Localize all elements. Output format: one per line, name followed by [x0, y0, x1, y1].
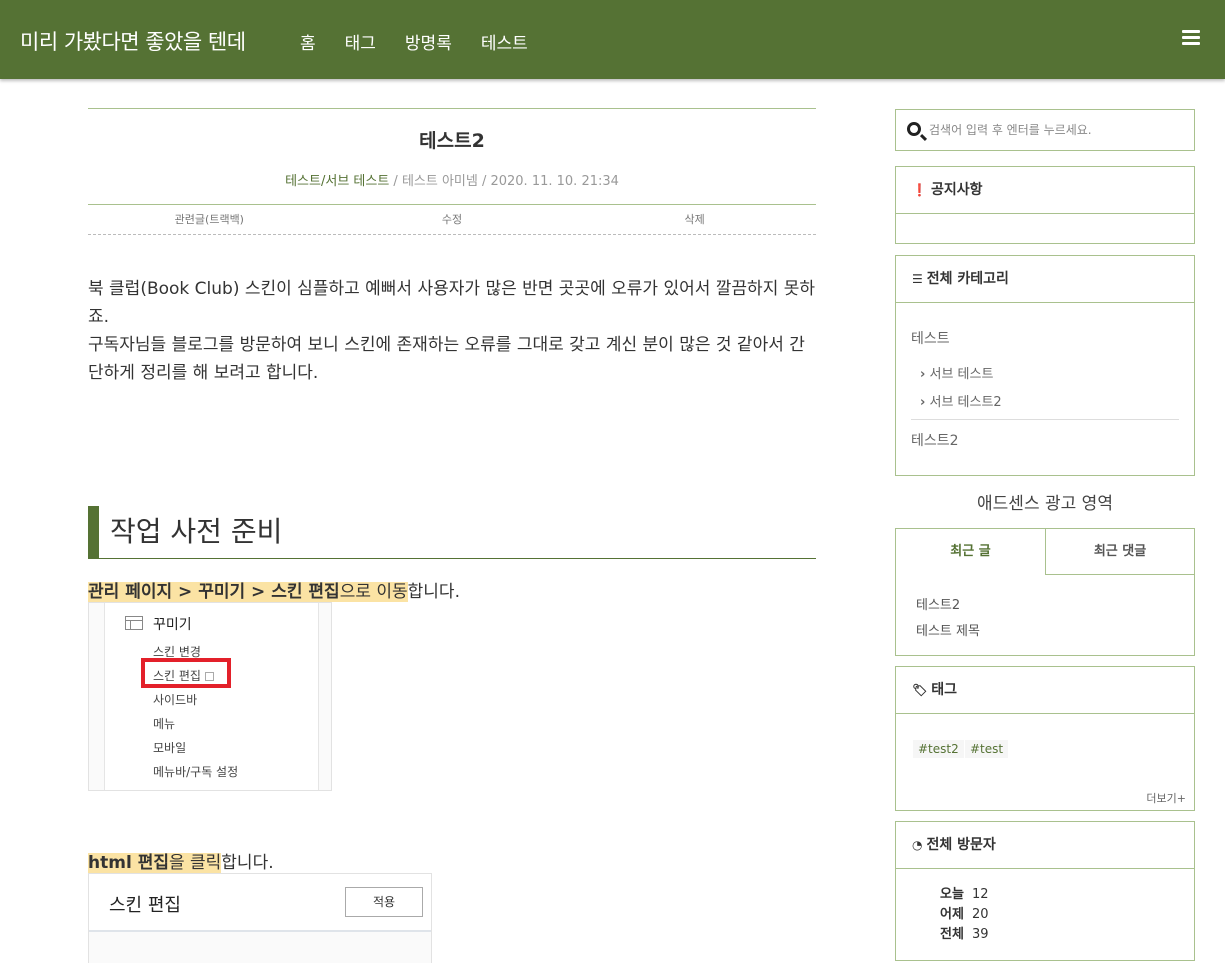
edit-link[interactable]: 수정 [331, 205, 574, 234]
visitor-total: 전체 39 [940, 927, 989, 942]
section-heading-text: 작업 사전 준비 [110, 515, 283, 548]
globe-icon: ◔ [912, 838, 923, 852]
tag-test[interactable]: #test [965, 740, 1009, 758]
visitor-box: ◔ 전체 방문자 오늘 12 어제 20 전체 39 [895, 821, 1195, 961]
heading-bar [88, 506, 99, 558]
notice-box: ❗ 공지사항 [895, 166, 1195, 244]
visitor-today: 오늘 12 [940, 887, 989, 902]
apply-button: 적용 [345, 887, 423, 917]
list-icon: ☰ [912, 272, 923, 286]
layout-icon [125, 616, 143, 630]
recent-tabs: 최근 글 최근 댓글 테스트2 테스트 제목 [895, 528, 1195, 656]
visitor-header: ◔ 전체 방문자 [896, 822, 1194, 869]
ad-area: 애드센스 광고 영역 [977, 494, 1113, 514]
category-header: ☰ 전체 카테고리 [896, 256, 1194, 303]
category-sub-test[interactable]: › 서브 테스트 [920, 363, 993, 382]
menu-menu: 메뉴 [153, 717, 176, 731]
post-meta: 테스트/서브 테스트 / 테스트 아미넴 / 2020. 11. 10. 21:… [88, 170, 816, 189]
step2-click: 클릭 [190, 853, 222, 873]
category-box: ☰ 전체 카테고리 테스트 › 서브 테스트 › 서브 테스트2 테스트2 [895, 255, 1195, 476]
category-sub-test2[interactable]: › 서브 테스트2 [920, 391, 1002, 410]
step1-line: 관리 페이지 > 꾸미기 > 스킨 편집으로 이동합니다. [88, 577, 460, 602]
search-input[interactable] [929, 119, 1184, 141]
tab-recent-posts[interactable]: 최근 글 [896, 529, 1045, 575]
nav-test[interactable]: 테스트 [481, 29, 528, 54]
step2-line: html 편집을 클릭합니다. [88, 848, 274, 873]
post-meta-info: / 테스트 아미넴 / 2020. 11. 10. 21:34 [389, 174, 619, 189]
search-box [895, 109, 1195, 151]
chevron-right-icon: › [920, 395, 926, 410]
delete-link[interactable]: 삭제 [573, 205, 816, 234]
chevron-right-icon: › [920, 367, 926, 382]
paragraph-2: 구독자님들 블로그를 방문하여 보니 스킨에 존재하는 오류를 그대로 갖고 계… [88, 335, 805, 383]
nav-tag[interactable]: 태그 [345, 29, 376, 54]
skin-edit-header: 스킨 편집 적용 [89, 874, 431, 932]
hamburger-icon[interactable] [1182, 30, 1200, 46]
step2-html-edit: html 편집 [88, 853, 169, 873]
trackback-link[interactable]: 관련글(트랙백) [88, 205, 331, 234]
step2-mid: 을 [168, 853, 191, 873]
main-nav: 홈 태그 방명록 테스트 [300, 29, 557, 54]
tag-header: 🏷 태그 [896, 667, 1194, 714]
post-header: 테스트2 테스트/서브 테스트 / 테스트 아미넴 / 2020. 11. 10… [88, 108, 816, 235]
step1-move: 으로 이동 [339, 582, 408, 602]
more-tags-link[interactable]: 더보기+ [1146, 790, 1186, 806]
site-title[interactable]: 미리 가봤다면 좋았을 텐데 [20, 26, 246, 56]
menu-menubar: 메뉴바/구독 설정 [153, 765, 239, 779]
search-icon[interactable] [907, 122, 921, 136]
step2-end: 합니다. [221, 853, 274, 873]
category-test2[interactable]: 테스트2 [911, 430, 959, 450]
post-title: 테스트2 [419, 130, 485, 152]
paragraph-1: 북 클럽(Book Club) 스킨이 심플하고 예뻐서 사용자가 많은 반면 … [88, 279, 816, 327]
post-article: 테스트2 테스트/서브 테스트 / 테스트 아미넴 / 2020. 11. 10… [88, 108, 816, 963]
exclamation-icon: ❗ [912, 183, 927, 197]
tag-test2[interactable]: #test2 [913, 740, 964, 758]
step1-path: 관리 페이지 > 꾸미기 > 스킨 편집 [88, 582, 340, 602]
notice-header: ❗ 공지사항 [896, 167, 1194, 214]
category-divider [911, 419, 1179, 420]
customize-title: 꾸미기 [153, 617, 192, 633]
recent-post-2[interactable]: 테스트 제목 [916, 620, 980, 639]
customize-panel: 꾸미기 스킨 변경 스킨 편집 사이드바 메뉴 모바일 메뉴바/구독 설정 [104, 603, 319, 790]
screenshot-customize-menu: 꾸미기 스킨 변경 스킨 편집 사이드바 메뉴 모바일 메뉴바/구독 설정 [88, 602, 332, 791]
menu-sidebar: 사이드바 [153, 693, 198, 707]
post-body: 북 클럽(Book Club) 스킨이 심플하고 예뻐서 사용자가 많은 반면 … [88, 275, 816, 387]
screenshot-skin-edit: 스킨 편집 적용 [88, 873, 432, 963]
nav-guestbook[interactable]: 방명록 [405, 29, 452, 54]
category-test[interactable]: 테스트 [911, 328, 950, 348]
nav-home[interactable]: 홈 [300, 29, 316, 54]
step1-end: 합니다. [407, 582, 460, 602]
top-header: 미리 가봤다면 좋았을 텐데 홈 태그 방명록 테스트 [0, 0, 1225, 79]
recent-post-1[interactable]: 테스트2 [916, 594, 960, 613]
tab-recent-comments[interactable]: 최근 댓글 [1045, 529, 1194, 575]
visitor-yesterday: 어제 20 [940, 907, 989, 922]
skin-edit-title: 스킨 편집 [109, 895, 181, 916]
tag-box: 🏷 태그 #test2 #test 더보기+ [895, 666, 1195, 811]
tags-icon: 🏷 [912, 683, 928, 697]
menu-mobile: 모바일 [153, 741, 187, 755]
highlight-box [141, 658, 231, 688]
post-category-link[interactable]: 테스트/서브 테스트 [285, 174, 389, 189]
post-actions: 관련글(트랙백) 수정 삭제 [88, 204, 816, 235]
section-heading: 작업 사전 준비 [88, 506, 816, 559]
